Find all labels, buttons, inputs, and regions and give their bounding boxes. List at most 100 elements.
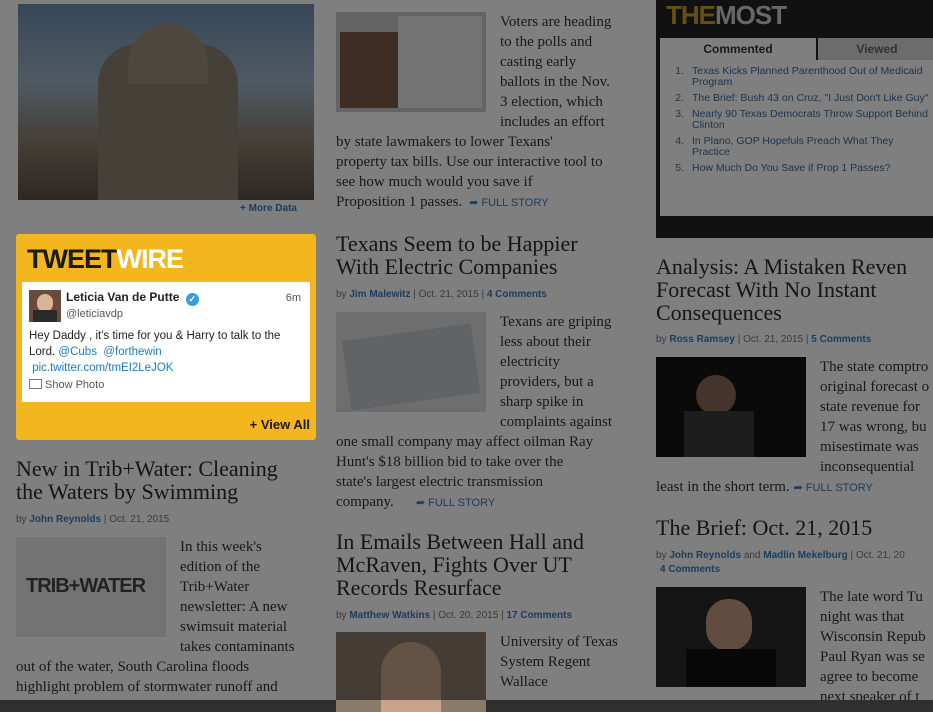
voters-line: 3 election, which (500, 94, 603, 110)
emails-thumbnail[interactable] (336, 632, 486, 712)
summary-line: System Regent (500, 654, 591, 670)
list-item[interactable]: 2. The Brief: Bush 43 on Cruz, "I Just Do… (660, 93, 933, 109)
tab-viewed[interactable]: Viewed (818, 38, 933, 60)
summary-line: University of Texas (500, 634, 618, 650)
logo-part: MOST (715, 0, 787, 30)
summary-line: Hunt's $18 billion bid to take over the (336, 454, 564, 470)
avatar[interactable] (29, 290, 61, 322)
electric-thumbnail[interactable] (336, 312, 486, 412)
author-link[interactable]: Matthew Watkins (349, 610, 430, 621)
analysis-headline[interactable]: Analysis: A Mistaken Reven Forecast With… (656, 255, 933, 324)
tribwater-summary-continued: out of the water, South Carolina floods … (16, 657, 316, 697)
brief-thumbnail[interactable] (656, 587, 806, 687)
image-icon (29, 379, 42, 389)
summary-line: The state comptro (820, 359, 929, 375)
summary-line: next speaker of t (820, 689, 920, 705)
brief-summary: The late word Tu night was that Wisconsi… (820, 587, 933, 707)
voters-line: to the polls and (500, 34, 593, 50)
author-link[interactable]: Jim Malewitz (349, 289, 410, 300)
summary-line: agree to become (820, 669, 919, 685)
tweet-author[interactable]: Leticia Van de Putte ✓ (66, 290, 199, 306)
item-link[interactable]: Texas Kicks Planned Parenthood Out of Me… (692, 66, 930, 88)
author-link[interactable]: John Reynolds (669, 550, 741, 561)
list-item[interactable]: 4. In Plano, GOP Hopefuls Preach What The… (660, 136, 933, 163)
comments-link[interactable]: 5 Comments (811, 334, 871, 345)
list-item[interactable]: 5. How Much Do You Save if Prop 1 Passes? (660, 163, 933, 179)
by-label: by (336, 610, 347, 621)
voters-summary: Voters are heading to the polls and cast… (500, 12, 630, 132)
author-name: Leticia Van de Putte (66, 290, 180, 304)
voters-line: Voters are heading (500, 14, 612, 30)
view-all-button[interactable]: + View All (250, 417, 310, 432)
mention-link[interactable]: @forthewin (103, 346, 161, 358)
full-story-label: FULL STORY (805, 482, 873, 494)
voters-line: Proposition 1 passes. (336, 194, 463, 210)
emails-headline[interactable]: In Emails Between Hall and McRaven, Figh… (336, 530, 636, 599)
headline-line: McRaven, Fights Over UT (336, 552, 572, 577)
voters-full-story-link[interactable]: ➦ FULL STORY (466, 197, 548, 209)
top-photo[interactable] (18, 4, 314, 200)
item-link[interactable]: How Much Do You Save if Prop 1 Passes? (692, 163, 890, 174)
electric-headline[interactable]: Texans Seem to be Happier With Electric … (336, 232, 636, 278)
summary-line: less about their (500, 334, 591, 350)
by-label: by (16, 514, 27, 525)
summary-line: Paul Ryan was se (820, 649, 925, 665)
summary-line: state's largest electric transmission (336, 474, 543, 490)
comments-link[interactable]: 17 Comments (506, 610, 572, 621)
item-link[interactable]: Nearly 90 Texas Democrats Throw Support … (692, 109, 930, 131)
tribwater-thumbnail[interactable]: TRIB+WATER (16, 537, 166, 637)
list-item[interactable]: 3. Nearly 90 Texas Democrats Throw Suppor… (660, 109, 933, 136)
voters-line: includes an effort (500, 114, 605, 130)
electric-summary: Texans are griping less about their elec… (500, 312, 630, 432)
summary-line: takes contaminants (180, 639, 295, 655)
item-link[interactable]: The Brief: Bush 43 on Cruz, "I Just Don'… (692, 93, 928, 104)
date: Oct. 21, 20 (855, 550, 905, 561)
voters-thumbnail[interactable] (336, 12, 486, 112)
tab-commented[interactable]: Commented (660, 38, 816, 60)
headline-line: Records Resurface (336, 575, 502, 600)
author-link[interactable]: Madlin Mekelburg (763, 550, 847, 561)
analysis-byline: by Ross Ramsey | Oct. 21, 2015 | 5 Comme… (656, 334, 872, 345)
headline-line: the Waters by Swimming (16, 479, 239, 504)
full-story-label: FULL STORY (428, 497, 496, 509)
brief-comments: 4 Comments (660, 564, 720, 575)
headline-line: Texans Seem to be Happier (336, 231, 578, 256)
verified-badge-icon: ✓ (185, 293, 199, 306)
show-photo-label: Show Photo (45, 379, 105, 391)
summary-line: electricity (500, 354, 560, 370)
more-data-link[interactable]: + More Data (240, 203, 297, 214)
tweet-card[interactable]: Leticia Van de Putte ✓ @leticiavdp 6m He… (22, 282, 310, 402)
the-most-widget: THEMOST Commented Viewed 1. Texas Kicks P… (656, 0, 933, 238)
analysis-thumbnail[interactable] (656, 357, 806, 457)
tweet-timestamp[interactable]: 6m (286, 292, 301, 304)
tribwater-headline[interactable]: New in Trib+Water: Cleaning the Waters b… (16, 457, 326, 503)
electric-full-story-link[interactable]: ➦ FULL STORY (398, 497, 496, 509)
tweet-photo-link[interactable]: pic.twitter.com/tmEI2LeJOK (32, 362, 173, 374)
author-link[interactable]: John Reynolds (29, 514, 101, 525)
analysis-full-story-link[interactable]: ➦ FULL STORY (793, 482, 872, 494)
tweet-handle[interactable]: @leticiavdp (66, 308, 123, 320)
brief-byline: by John Reynolds and Madlin Mekelburg | … (656, 550, 905, 561)
summary-line: The late word Tu (820, 589, 923, 605)
author-link[interactable]: Ross Ramsey (669, 334, 735, 345)
logo-part: THE (666, 0, 716, 30)
mention-link[interactable]: @Cubs (58, 346, 97, 358)
summary-line: Trib+Water (180, 579, 250, 595)
summary-line: edition of the (180, 559, 260, 575)
the-most-list: 1. Texas Kicks Planned Parenthood Out of … (660, 60, 933, 216)
electric-byline: by Jim Malewitz | Oct. 21, 2015 | 4 Comm… (336, 289, 547, 300)
headline-line: New in Trib+Water: Cleaning (16, 456, 278, 481)
headline-line: In Emails Between Hall and (336, 529, 585, 554)
comments-link[interactable]: 4 Comments (660, 564, 720, 575)
summary-line: state revenue for (820, 399, 920, 415)
tribwater-summary: In this week's edition of the Trib+Water… (180, 537, 320, 657)
summary-line: company. (336, 494, 394, 510)
list-item[interactable]: 1. Texas Kicks Planned Parenthood Out of … (660, 66, 933, 93)
tweet-text: Hey Daddy , it's time for you & Harry to… (29, 328, 305, 376)
item-link[interactable]: In Plano, GOP Hopefuls Preach What They … (692, 136, 930, 158)
show-photo-button[interactable]: Show Photo (29, 379, 104, 391)
summary-line: one small company may affect oilman Ray (336, 434, 594, 450)
comments-link[interactable]: 4 Comments (487, 289, 547, 300)
summary-line: Texans are griping (500, 314, 612, 330)
brief-headline[interactable]: The Brief: Oct. 21, 2015 (656, 516, 933, 539)
